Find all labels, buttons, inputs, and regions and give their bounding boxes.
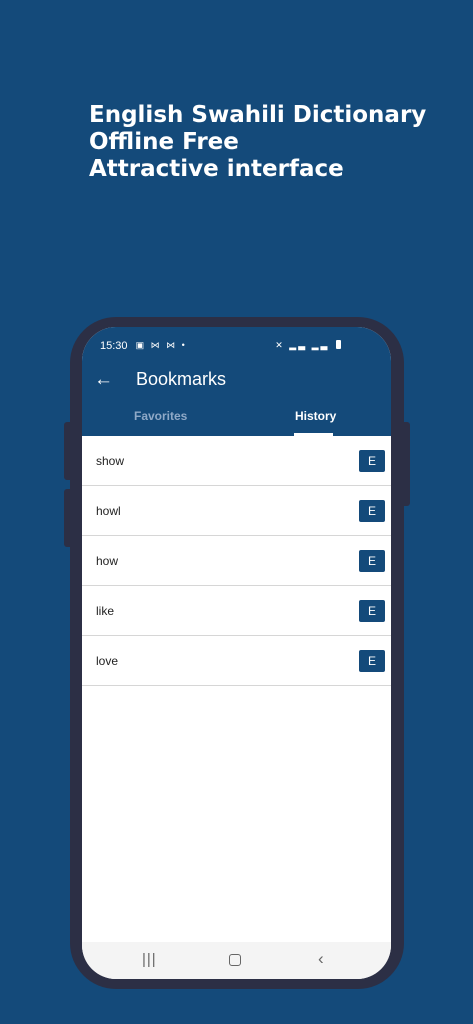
battery-icon [336, 340, 341, 349]
language-badge-button[interactable]: E [359, 650, 385, 672]
arrow-left-icon[interactable]: ← [94, 369, 113, 391]
tab-favorites[interactable]: Favorites [134, 409, 187, 423]
language-badge-button[interactable]: E [359, 550, 385, 572]
app-bar: 15:30 ▣ ⋈ ⋈ • ✕ ▂▃ ▂▃ ← Bookmarks Favori… [82, 327, 391, 436]
tab-bar: Favorites History [82, 409, 391, 436]
status-bar: 15:30 ▣ ⋈ ⋈ • [100, 340, 187, 352]
list-item[interactable]: love E [82, 636, 391, 686]
language-badge-button[interactable]: E [359, 450, 385, 472]
system-icons: ✕ ▂▃ ▂▃ [275, 340, 341, 351]
phone-screen: 15:30 ▣ ⋈ ⋈ • ✕ ▂▃ ▂▃ ← Bookmarks Favori… [82, 327, 391, 979]
recent-apps-icon[interactable]: ||| [142, 951, 157, 968]
status-time: 15:30 [100, 340, 128, 352]
list-item[interactable]: howl E [82, 486, 391, 536]
promo-line-1: English Swahili Dictionary [89, 102, 427, 128]
list-item[interactable]: like E [82, 586, 391, 636]
word-label: love [96, 654, 119, 668]
system-nav-bar: ||| ‹ [82, 942, 391, 979]
signal-icon: ▂▃ [311, 340, 330, 350]
page-title: Bookmarks [136, 369, 227, 389]
promo-line-2: Offline Free [89, 129, 239, 155]
word-label: show [96, 454, 125, 468]
back-icon[interactable]: ‹ [318, 949, 324, 969]
promo-line-3: Attractive interface [89, 156, 344, 182]
language-badge-button[interactable]: E [359, 500, 385, 522]
language-badge-button[interactable]: E [359, 600, 385, 622]
list-item[interactable]: show E [82, 436, 391, 486]
promo-text: English Swahili Dictionary Offline Free … [89, 102, 426, 183]
tab-history[interactable]: History [295, 409, 336, 423]
list-item[interactable]: how E [82, 536, 391, 586]
word-label: how [96, 554, 119, 568]
mute-icon: ✕ [275, 340, 285, 350]
signal-icon: ▂▃ [289, 340, 308, 350]
word-label: like [96, 604, 115, 618]
word-label: howl [96, 504, 121, 518]
notification-icons: ▣ ⋈ ⋈ • [135, 340, 187, 350]
home-icon[interactable] [229, 954, 241, 966]
history-list: show E howl E how E like E love E [82, 436, 391, 686]
